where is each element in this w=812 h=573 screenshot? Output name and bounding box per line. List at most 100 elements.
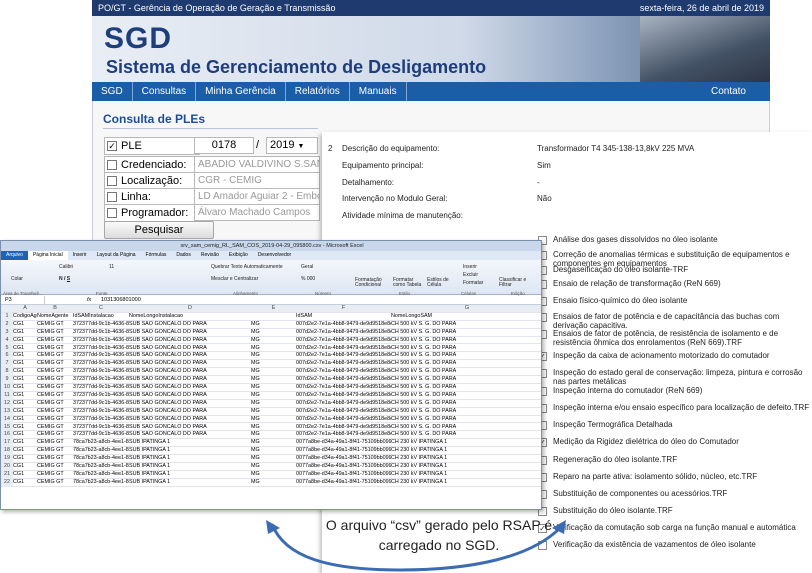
cell[interactable]: MG <box>251 471 296 479</box>
cell[interactable]: 007d2e2-7e1a-4bb8-9479-de9d9518e8e4 <box>296 384 391 392</box>
cell[interactable]: CG1 <box>13 400 37 408</box>
linha-checkbox[interactable] <box>107 192 117 202</box>
cell[interactable]: CEMIG GT <box>37 345 73 353</box>
cell[interactable]: CG1 <box>13 439 37 447</box>
tab-dados[interactable]: Dados <box>171 251 195 260</box>
cell[interactable]: CEMIG GT <box>37 400 73 408</box>
cell[interactable]: SUB SAO GONCALO DO PARA <box>129 368 251 376</box>
cell[interactable]: MG <box>251 352 296 360</box>
cell[interactable]: 372377dd-9c1b-4636-83e4-3743d5e34075 <box>73 431 129 439</box>
cell[interactable]: CH 230 kV IPATINGA 1 <box>391 463 541 471</box>
cell[interactable]: SUB SAO GONCALO DO PARA <box>129 345 251 353</box>
cell[interactable]: 007d2e2-7e1a-4bb8-9479-de9d9518e8e4 <box>296 431 391 439</box>
linha-field[interactable]: LD Amador Aguiar 2 - Embo <box>194 188 320 205</box>
cell[interactable]: 007d2e2-7e1a-4bb8-9479-de9d9518e8e4 <box>296 424 391 432</box>
cell[interactable]: 78ca7b23-a8cb-4ee1-842e-753f67d7d3ad <box>73 471 129 479</box>
cell[interactable]: 372377dd-9c1b-4636-83e4-3743d5e34075 <box>73 392 129 400</box>
ple-filter[interactable]: ✓ PLE <box>104 137 200 155</box>
name-box[interactable]: P3 <box>5 296 45 305</box>
row-header[interactable]: 11 <box>1 391 13 400</box>
tab-revisao[interactable]: Revisão <box>196 251 224 260</box>
cell[interactable]: CEMIG GT <box>37 408 73 416</box>
cell[interactable]: 372377dd-9c1b-4636-83e4-3743d5e34075 <box>73 345 129 353</box>
cell[interactable]: 007d2e2-7e1a-4bb8-9479-de9d9518e8e4 <box>296 376 391 384</box>
cell[interactable]: CG1 <box>13 447 37 455</box>
column-letter[interactable]: B <box>37 305 73 313</box>
cell[interactable]: CEMIG GT <box>37 431 73 439</box>
bold-button[interactable]: N I S <box>59 276 70 282</box>
cell[interactable]: CG1 <box>13 329 37 337</box>
cell[interactable]: 372377dd-9c1b-4636-83e4-3743d5e34075 <box>73 384 129 392</box>
cell[interactable]: CG1 <box>13 337 37 345</box>
cell[interactable]: SUB SAO GONCALO DO PARA <box>129 400 251 408</box>
row-header[interactable]: 8 <box>1 368 13 377</box>
cell[interactable]: 0077a8be-d34a-49a1-8f41-75109bb09920 <box>296 463 391 471</box>
cell[interactable]: CEMIG GT <box>37 439 73 447</box>
cell[interactable]: IdSAM <box>296 313 391 321</box>
cell[interactable]: 372377dd-9c1b-4636-83e4-3743d5e34075 <box>73 360 129 368</box>
cell[interactable]: CG1 <box>13 345 37 353</box>
cell[interactable]: CH 500 kV S. G. DO PARA <box>391 424 541 432</box>
cell[interactable]: 0077a8be-d34a-49a1-8f41-75109bb09920 <box>296 455 391 463</box>
cell[interactable]: 007d2e2-7e1a-4bb8-9479-de9d9518e8e4 <box>296 329 391 337</box>
cell[interactable]: CG1 <box>13 431 37 439</box>
cell[interactable]: CG1 <box>13 360 37 368</box>
row-header[interactable]: 22 <box>1 478 13 487</box>
column-letter[interactable]: E <box>251 305 296 313</box>
cell[interactable]: SUB SAO GONCALO DO PARA <box>129 376 251 384</box>
cell[interactable]: MG <box>251 408 296 416</box>
cell[interactable]: MG <box>251 455 296 463</box>
cell[interactable]: MG <box>251 329 296 337</box>
cell[interactable]: 372377dd-9c1b-4636-83e4-3743d5e34075 <box>73 368 129 376</box>
format-cells-button[interactable]: Formatar <box>463 280 483 286</box>
cell[interactable]: SUB SAO GONCALO DO PARA <box>129 424 251 432</box>
cell[interactable]: SUB SAO GONCALO DO PARA <box>129 392 251 400</box>
cell[interactable]: MG <box>251 479 296 487</box>
row-header[interactable]: 21 <box>1 470 13 479</box>
ple-checkbox[interactable]: ✓ <box>107 141 117 151</box>
row-header[interactable]: 17 <box>1 439 13 448</box>
cell[interactable]: CH 500 kV S. G. DO PARA <box>391 416 541 424</box>
tab-formulas[interactable]: Fórmulas <box>141 251 172 260</box>
cell[interactable]: CH 230 kV IPATINGA 1 <box>391 479 541 487</box>
cell[interactable]: CEMIG GT <box>37 368 73 376</box>
cell[interactable]: MG <box>251 400 296 408</box>
cell[interactable]: 372377dd-9c1b-4636-83e4-3743d5e34075 <box>73 329 129 337</box>
cell[interactable]: SUB IPATINGA 1 <box>129 455 251 463</box>
cell[interactable]: CH 500 kV S. G. DO PARA <box>391 329 541 337</box>
cell[interactable]: 78ca7b23-a8cb-4ee1-842e-753f67d7d3ad <box>73 479 129 487</box>
wrap-text-button[interactable]: Quebrar Texto Automaticamente <box>211 264 283 270</box>
cell[interactable]: NomeAgente <box>37 313 73 321</box>
cell[interactable]: CG1 <box>13 424 37 432</box>
cell[interactable]: CG1 <box>13 368 37 376</box>
cell[interactable]: CH 500 kV S. G. DO PARA <box>391 431 541 439</box>
cell[interactable]: 007d2e2-7e1a-4bb8-9479-de9d9518e8e4 <box>296 352 391 360</box>
cell[interactable]: SUB SAO GONCALO DO PARA <box>129 321 251 329</box>
cell[interactable]: 0077a8be-d34a-49a1-8f41-75109bb09920 <box>296 447 391 455</box>
cell[interactable]: 007d2e2-7e1a-4bb8-9479-de9d9518e8e4 <box>296 321 391 329</box>
tab-layout[interactable]: Layout da Página <box>92 251 141 260</box>
cell[interactable]: CEMIG GT <box>37 329 73 337</box>
cell[interactable]: SUB IPATINGA 1 <box>129 471 251 479</box>
cell[interactable]: CG1 <box>13 384 37 392</box>
paste-button[interactable]: Colar <box>11 276 23 282</box>
cell[interactable]: CH 500 kV S. G. DO PARA <box>391 368 541 376</box>
tab-exibicao[interactable]: Exibição <box>224 251 253 260</box>
row-header[interactable]: 15 <box>1 423 13 432</box>
cell[interactable]: MG <box>251 392 296 400</box>
localizacao-field[interactable]: CGR - CEMIG <box>194 172 320 189</box>
cell[interactable]: CEMIG GT <box>37 424 73 432</box>
cell[interactable]: IdSAMInstalacao <box>73 313 129 321</box>
cell[interactable]: 372377dd-9c1b-4636-83e4-3743d5e34075 <box>73 376 129 384</box>
cell[interactable]: MG <box>251 463 296 471</box>
cell[interactable]: 0077a8be-d34a-49a1-8f41-75109bb09920 <box>296 439 391 447</box>
cell[interactable]: 007d2e2-7e1a-4bb8-9479-de9d9518e8e4 <box>296 337 391 345</box>
cell[interactable]: CEMIG GT <box>37 352 73 360</box>
cell[interactable]: CodigoAgente <box>13 313 37 321</box>
tab-desenvolvedor[interactable]: Desenvolvedor <box>253 251 296 260</box>
cell[interactable]: 372377dd-9c1b-4636-83e4-3743d5e34075 <box>73 352 129 360</box>
cell[interactable]: CH 500 kV S. G. DO PARA <box>391 392 541 400</box>
ple-year-select[interactable]: 2019 ▼ <box>266 137 318 154</box>
cell[interactable]: 007d2e2-7e1a-4bb8-9479-de9d9518e8e4 <box>296 345 391 353</box>
cell[interactable]: MG <box>251 447 296 455</box>
